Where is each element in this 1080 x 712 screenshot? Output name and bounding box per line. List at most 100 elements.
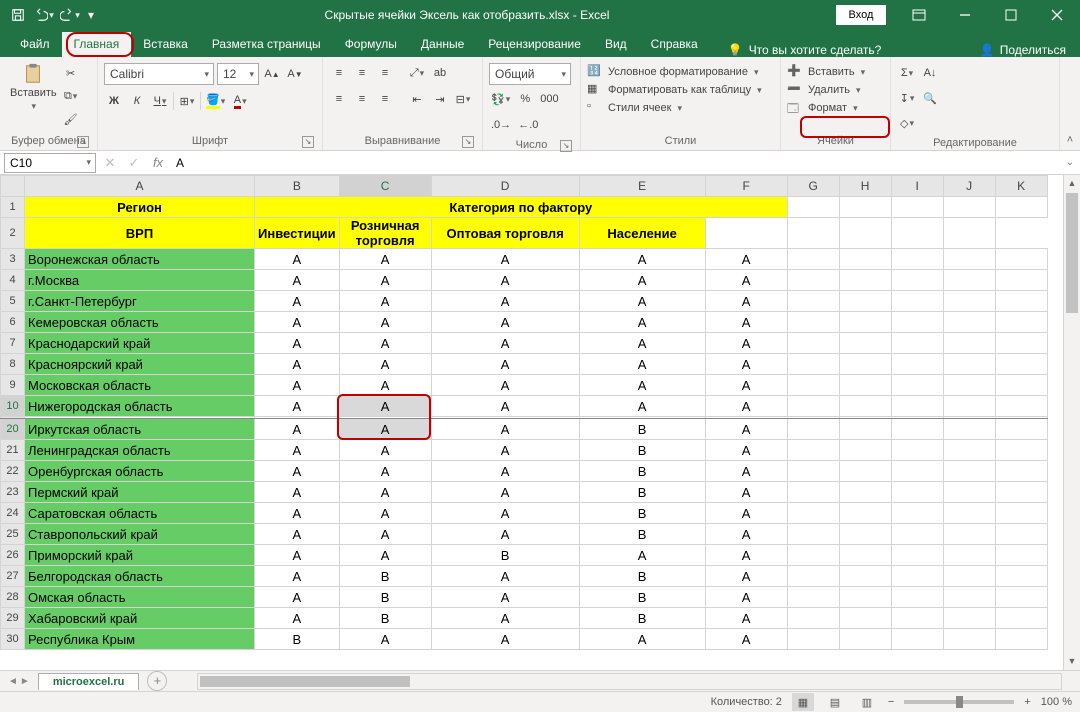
cell-D8[interactable]: A <box>431 354 579 375</box>
conditional-formatting-button[interactable]: 🔢Условное форматирование▾ <box>587 63 758 81</box>
cell-I10[interactable] <box>891 396 943 417</box>
login-button[interactable]: Вход <box>836 5 886 25</box>
cell-H3[interactable] <box>839 249 891 270</box>
cell-G22[interactable] <box>787 461 839 482</box>
cell-K26[interactable] <box>995 545 1047 566</box>
cell-G28[interactable] <box>787 587 839 608</box>
cell-A22[interactable]: Оренбургская область <box>25 461 255 482</box>
cell-E25[interactable]: B <box>579 524 705 545</box>
increase-indent-button[interactable]: ⇥ <box>430 89 450 109</box>
copy-button[interactable]: ⧉▾ <box>61 86 81 106</box>
redo-icon[interactable]: ▾ <box>58 3 82 27</box>
cell-A10[interactable]: Нижегородская область <box>25 396 255 417</box>
cell-J23[interactable] <box>943 482 995 503</box>
tab-review[interactable]: Рецензирование <box>476 32 593 57</box>
col-header-D[interactable]: D <box>431 176 579 197</box>
paste-button[interactable]: Вставить ▾ <box>6 61 61 114</box>
row-header-21[interactable]: 21 <box>1 440 25 461</box>
scroll-up-icon[interactable]: ▲ <box>1064 175 1080 192</box>
cell-E8[interactable]: A <box>579 354 705 375</box>
hscroll-thumb[interactable] <box>200 676 410 687</box>
cell-E27[interactable]: B <box>579 566 705 587</box>
cell-I3[interactable] <box>891 249 943 270</box>
cell-G8[interactable] <box>787 354 839 375</box>
cell-A30[interactable]: Республика Крым <box>25 629 255 650</box>
cell-H4[interactable] <box>839 270 891 291</box>
tab-view[interactable]: Вид <box>593 32 639 57</box>
scroll-down-icon[interactable]: ▼ <box>1064 653 1080 670</box>
cell-B8[interactable]: A <box>255 354 340 375</box>
row-header-3[interactable]: 3 <box>1 249 25 270</box>
cell-B9[interactable]: A <box>255 375 340 396</box>
orientation-button[interactable]: ⤢▾ <box>407 63 427 83</box>
wrap-text-button[interactable]: ab <box>430 63 450 83</box>
cell-E3[interactable]: A <box>579 249 705 270</box>
select-all-corner[interactable] <box>1 176 25 197</box>
row-header-26[interactable]: 26 <box>1 545 25 566</box>
cell-K10[interactable] <box>995 396 1047 417</box>
cell-A26[interactable]: Приморский край <box>25 545 255 566</box>
cell-D30[interactable]: A <box>431 629 579 650</box>
cell-H26[interactable] <box>839 545 891 566</box>
zoom-slider[interactable] <box>904 700 1014 704</box>
tab-layout[interactable]: Разметка страницы <box>200 32 333 57</box>
cell-I26[interactable] <box>891 545 943 566</box>
cell-G5[interactable] <box>787 291 839 312</box>
cell-D21[interactable]: A <box>431 440 579 461</box>
cell-D5[interactable]: A <box>431 291 579 312</box>
cell-D22[interactable]: A <box>431 461 579 482</box>
cell-E22[interactable]: B <box>579 461 705 482</box>
col-header-J[interactable]: J <box>943 176 995 197</box>
align-center-button[interactable]: ≡ <box>352 89 372 109</box>
cell-B23[interactable]: A <box>255 482 340 503</box>
cell-A9[interactable]: Московская область <box>25 375 255 396</box>
cell-A24[interactable]: Саратовская область <box>25 503 255 524</box>
cell-H9[interactable] <box>839 375 891 396</box>
cell-H5[interactable] <box>839 291 891 312</box>
cell-empty[interactable] <box>943 197 995 218</box>
header-col-1[interactable]: Инвестиции <box>255 218 340 249</box>
cell-C24[interactable]: A <box>339 503 431 524</box>
cell-K29[interactable] <box>995 608 1047 629</box>
cell-B30[interactable]: B <box>255 629 340 650</box>
col-header-K[interactable]: K <box>995 176 1047 197</box>
cell-J24[interactable] <box>943 503 995 524</box>
cell-J3[interactable] <box>943 249 995 270</box>
cell-H27[interactable] <box>839 566 891 587</box>
cell-G3[interactable] <box>787 249 839 270</box>
cell-F7[interactable]: A <box>705 333 787 354</box>
enter-formula-icon[interactable]: ✓ <box>122 151 146 175</box>
row-header-5[interactable]: 5 <box>1 291 25 312</box>
format-as-table-button[interactable]: ▦Форматировать как таблицу▾ <box>587 81 762 99</box>
cell-K20[interactable] <box>995 419 1047 440</box>
cell-C30[interactable]: A <box>339 629 431 650</box>
cell-K3[interactable] <box>995 249 1047 270</box>
header-region[interactable]: Регион <box>25 197 255 218</box>
cell-B3[interactable]: A <box>255 249 340 270</box>
cell-G27[interactable] <box>787 566 839 587</box>
cell-J29[interactable] <box>943 608 995 629</box>
col-header-F[interactable]: F <box>705 176 787 197</box>
cell-A27[interactable]: Белгородская область <box>25 566 255 587</box>
cell-A25[interactable]: Ставропольский край <box>25 524 255 545</box>
align-top-button[interactable]: ≡ <box>329 63 349 83</box>
cell-E30[interactable]: A <box>579 629 705 650</box>
cell-C25[interactable]: A <box>339 524 431 545</box>
cell-H10[interactable] <box>839 396 891 417</box>
expand-formula-icon[interactable]: ⌄ <box>1060 157 1080 168</box>
cell-K30[interactable] <box>995 629 1047 650</box>
col-header-C[interactable]: C <box>339 176 431 197</box>
cell-F5[interactable]: A <box>705 291 787 312</box>
font-size-combo[interactable]: 12 <box>217 63 259 85</box>
zoom-in-button[interactable]: + <box>1024 696 1030 708</box>
cell-F24[interactable]: A <box>705 503 787 524</box>
cell-G6[interactable] <box>787 312 839 333</box>
cell-B22[interactable]: A <box>255 461 340 482</box>
cell-B4[interactable]: A <box>255 270 340 291</box>
cell-I4[interactable] <box>891 270 943 291</box>
align-middle-button[interactable]: ≡ <box>352 63 372 83</box>
col-header-B[interactable]: B <box>255 176 340 197</box>
fx-icon[interactable]: fx <box>146 151 170 175</box>
cell-J30[interactable] <box>943 629 995 650</box>
col-header-I[interactable]: I <box>891 176 943 197</box>
